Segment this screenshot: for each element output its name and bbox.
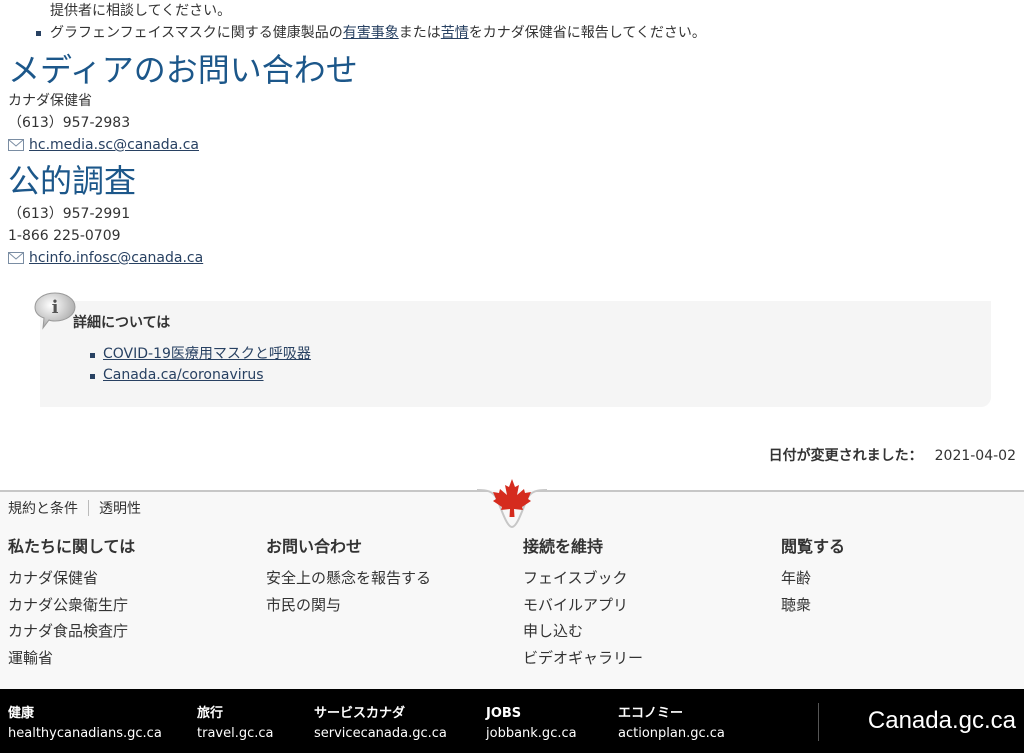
media-email-link[interactable]: hc.media.sc@canada.ca bbox=[29, 134, 199, 156]
date-modified-label: 日付が変更されました： bbox=[768, 448, 923, 464]
footer-link[interactable]: モバイルアプリ bbox=[523, 592, 643, 619]
footer-link[interactable]: ビデオギャラリー bbox=[523, 645, 643, 672]
more-info-title: 詳細については bbox=[73, 315, 171, 331]
bullet bbox=[90, 353, 95, 358]
bottom-column: エコノミー actionplan.gc.ca bbox=[618, 705, 725, 745]
list-item: COVID-19医療用マスクと呼吸器 bbox=[90, 344, 311, 365]
list-item: Canada.ca/coronavirus bbox=[90, 365, 311, 386]
public-contact: （613）957-2991 1-866 225-0709 hcinfo.info… bbox=[8, 203, 203, 269]
footer-link[interactable]: 市民の関与 bbox=[266, 592, 431, 619]
bullet bbox=[90, 374, 95, 379]
footer-column-title: お問い合わせ bbox=[266, 537, 363, 556]
footer-column-browse: 閲覧する 年齢 聴衆 bbox=[781, 537, 845, 618]
footer-column-contact: お問い合わせ 安全上の懸念を報告する 市民の関与 bbox=[266, 537, 431, 618]
media-email-row: hc.media.sc@canada.ca bbox=[8, 134, 199, 156]
bottom-column-title: エコノミー bbox=[618, 706, 684, 721]
bottom-link[interactable]: travel.gc.ca bbox=[197, 723, 274, 745]
complaint-link[interactable]: 苦情 bbox=[441, 25, 469, 41]
info-bubble-icon: i bbox=[33, 291, 77, 331]
transparency-link[interactable]: 透明性 bbox=[99, 498, 141, 518]
footer-link[interactable]: 聴衆 bbox=[781, 592, 845, 619]
bottom-column-title: JOBS bbox=[486, 706, 522, 721]
top-list: 提供者に相談してください。 グラフェンフェイスマスクに関する健康製品の有害事象ま… bbox=[36, 0, 1016, 43]
bottom-bar: 健康 healthycanadians.gc.ca 旅行 travel.gc.c… bbox=[0, 689, 1024, 753]
media-inquiries-heading: メディアのお問い合わせ bbox=[8, 51, 358, 89]
footer-link[interactable]: カナダ公衆衛生庁 bbox=[8, 592, 135, 619]
mail-icon bbox=[8, 139, 24, 151]
footer-column-about: 私たちに関しては カナダ保健省 カナダ公衆衛生庁 カナダ食品検査庁 運輸省 bbox=[8, 537, 135, 671]
list-item-continued: 提供者に相談してください。 bbox=[50, 3, 232, 19]
bottom-column-title: 旅行 bbox=[197, 706, 224, 721]
adverse-event-link[interactable]: 有害事象 bbox=[343, 25, 399, 41]
svg-text:i: i bbox=[52, 297, 59, 318]
footer-link[interactable]: カナダ食品検査庁 bbox=[8, 618, 135, 645]
public-inquiries-heading: 公的調査 bbox=[8, 162, 137, 200]
canada-gc-ca-link[interactable]: Canada.gc.ca bbox=[868, 707, 1016, 735]
public-tollfree: 1-866 225-0709 bbox=[8, 228, 121, 244]
mail-icon bbox=[8, 252, 24, 264]
public-email-row: hcinfo.infosc@canada.ca bbox=[8, 247, 203, 269]
bottom-link[interactable]: servicecanada.gc.ca bbox=[314, 723, 447, 745]
terms-link[interactable]: 規約と条件 bbox=[8, 498, 78, 518]
bottom-column: サービスカナダ servicecanada.gc.ca bbox=[314, 705, 447, 745]
divider bbox=[88, 500, 89, 516]
bottom-column: JOBS jobbank.gc.ca bbox=[486, 705, 577, 745]
media-phone: （613）957-2983 bbox=[8, 115, 131, 131]
footer-column-title: 私たちに関しては bbox=[8, 537, 136, 556]
media-contact: カナダ保健省 （613）957-2983 hc.media.sc@canada.… bbox=[8, 90, 199, 156]
list-item-report: グラフェンフェイスマスクに関する健康製品の有害事象または苦情をカナダ保健省に報告… bbox=[36, 23, 1016, 43]
public-phone: （613）957-2991 bbox=[8, 206, 131, 222]
date-modified-value: 2021-04-02 bbox=[934, 448, 1016, 464]
bullet bbox=[36, 31, 41, 36]
date-modified: 日付が変更されました： 2021-04-02 bbox=[769, 445, 1016, 465]
more-info-list: COVID-19医療用マスクと呼吸器 Canada.ca/coronavirus bbox=[90, 344, 311, 386]
coronavirus-link[interactable]: Canada.ca/coronavirus bbox=[103, 367, 264, 383]
report-suffix: をカナダ保健省に報告してください。 bbox=[468, 25, 706, 41]
bottom-column: 健康 healthycanadians.gc.ca bbox=[8, 705, 162, 745]
bottom-column-title: サービスカナダ bbox=[314, 706, 406, 721]
footer-column-title: 閲覧する bbox=[781, 537, 846, 556]
report-prefix: グラフェンフェイスマスクに関する健康製品の bbox=[50, 25, 343, 41]
bottom-link[interactable]: healthycanadians.gc.ca bbox=[8, 723, 162, 745]
bottom-link[interactable]: actionplan.gc.ca bbox=[618, 723, 725, 745]
terms-bar: 規約と条件 透明性 bbox=[8, 498, 141, 518]
footer-column-title: 接続を維持 bbox=[523, 537, 604, 556]
footer-link[interactable]: 年齢 bbox=[781, 565, 845, 592]
media-org: カナダ保健省 bbox=[8, 93, 92, 109]
bottom-column: 旅行 travel.gc.ca bbox=[197, 705, 274, 745]
footer-link[interactable]: カナダ保健省 bbox=[8, 565, 135, 592]
footer-link[interactable]: フェイスブック bbox=[523, 565, 643, 592]
footer-link[interactable]: 安全上の懸念を報告する bbox=[266, 565, 431, 592]
report-middle: または bbox=[398, 25, 441, 41]
bottom-link[interactable]: jobbank.gc.ca bbox=[486, 723, 577, 745]
covid-masks-link[interactable]: COVID-19医療用マスクと呼吸器 bbox=[103, 346, 311, 362]
footer-link[interactable]: 申し込む bbox=[523, 618, 643, 645]
footer-column-connect: 接続を維持 フェイスブック モバイルアプリ 申し込む ビデオギャラリー bbox=[523, 537, 643, 671]
maple-leaf-icon bbox=[475, 477, 549, 529]
bottom-column-title: 健康 bbox=[8, 706, 35, 721]
public-email-link[interactable]: hcinfo.infosc@canada.ca bbox=[29, 247, 203, 269]
footer-link[interactable]: 運輸省 bbox=[8, 645, 135, 672]
divider bbox=[818, 703, 819, 741]
